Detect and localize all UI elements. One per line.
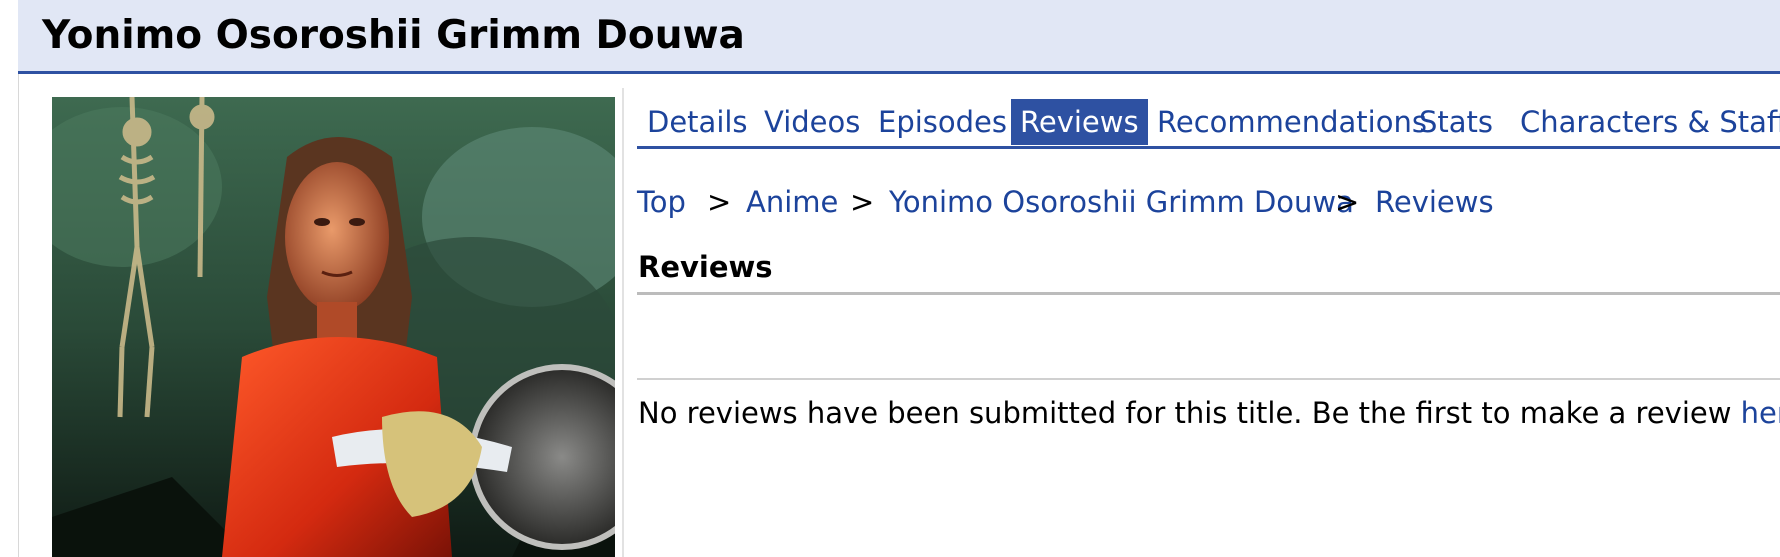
tab-reviews[interactable]: Reviews [1011, 99, 1148, 145]
heading-divider [637, 292, 1780, 295]
breadcrumb-reviews[interactable]: Reviews [1375, 178, 1494, 226]
breadcrumb-anime[interactable]: Anime [746, 178, 838, 226]
tab-details[interactable]: Details [647, 99, 748, 145]
anime-tabs: Details Videos Episodes Reviews Recommen… [637, 97, 1780, 149]
anime-cover-image[interactable] [52, 97, 615, 557]
cover-illustration [52, 97, 615, 557]
tab-episodes[interactable]: Episodes [878, 99, 1007, 145]
tab-recommendations[interactable]: Recommendations [1157, 99, 1427, 145]
page: Yonimo Osoroshii Grimm Douwa Details Vid… [0, 0, 1780, 557]
tab-characters-staff[interactable]: Characters & Staff [1520, 99, 1780, 145]
section-heading: Reviews [638, 250, 773, 284]
page-title: Yonimo Osoroshii Grimm Douwa [42, 13, 745, 58]
breadcrumb-separator: > [707, 185, 732, 219]
column-divider [622, 88, 624, 557]
breadcrumb-separator: > [1335, 185, 1360, 219]
breadcrumb-anime-title[interactable]: Yonimo Osoroshii Grimm Douwa [889, 178, 1354, 226]
title-bar: Yonimo Osoroshii Grimm Douwa [18, 0, 1780, 74]
content-divider [637, 378, 1780, 380]
no-reviews-message: No reviews have been submitted for this … [638, 390, 1780, 436]
tab-stats[interactable]: Stats [1419, 99, 1493, 145]
breadcrumb-top[interactable]: Top [637, 178, 686, 226]
write-review-link[interactable]: here [1741, 396, 1780, 430]
tab-videos[interactable]: Videos [764, 99, 860, 145]
left-column-border [18, 74, 19, 557]
no-reviews-text: No reviews have been submitted for this … [638, 396, 1741, 430]
breadcrumb-separator: > [850, 185, 875, 219]
